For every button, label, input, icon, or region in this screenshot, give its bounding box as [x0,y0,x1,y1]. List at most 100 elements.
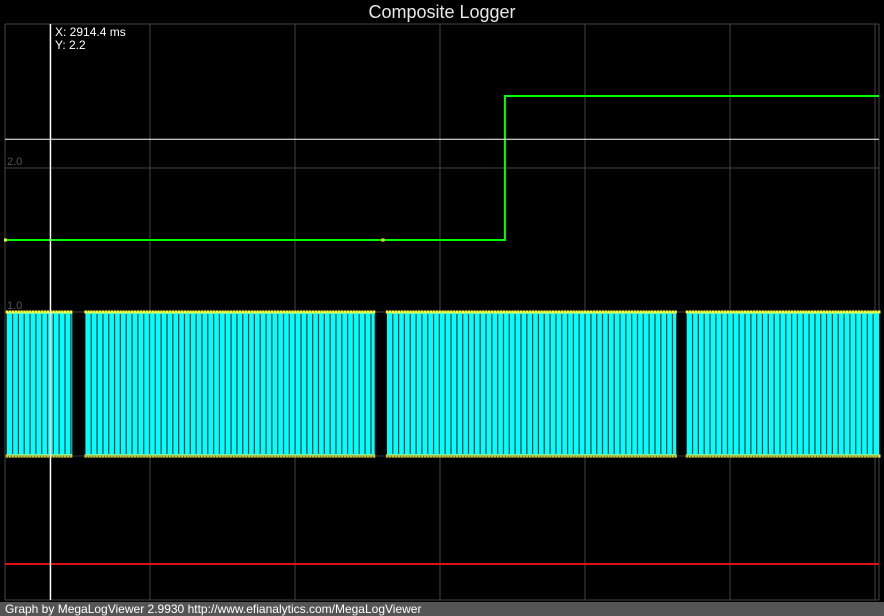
trigger-edge-marker [165,310,169,314]
plot-area[interactable]: 2.0 1.0 [0,0,884,616]
trigger-edge-marker [90,310,93,314]
trigger-edge-marker [291,310,294,314]
trigger-edge-marker [186,310,189,314]
trigger-edge-marker [473,310,476,314]
trigger-edge-marker [703,310,706,314]
trigger-edge-marker [688,310,692,314]
trigger-edge-marker [369,310,373,314]
trigger-edge-marker [119,310,122,314]
trigger-edge-marker [294,310,297,314]
trigger-edge-marker [743,310,747,314]
trigger-edge-marker [107,310,111,314]
trigger-edge-marker [93,310,96,314]
trigger-edge-marker [267,310,271,314]
trigger-edge-marker [843,310,846,314]
trigger-edge-marker [69,310,73,314]
trigger-edge-marker [802,310,805,314]
trigger-edge-marker [163,310,166,314]
trigger-edge-marker [142,310,146,314]
trigger-edge-marker [224,310,227,314]
trigger-edge-marker [514,310,517,314]
trigger-edge-marker [212,310,216,314]
trigger-edge-marker [429,310,433,314]
trigger-edge-marker [11,310,15,314]
trigger-edge-marker [145,310,149,314]
trigger-edge-marker [415,310,418,314]
trigger-edge-marker [619,310,622,314]
trigger-edge-marker [592,310,596,314]
trigger-edge-marker [691,310,695,314]
trigger-edge-marker [227,310,230,314]
trigger-edge-marker [403,310,406,314]
trigger-edge-marker [717,310,721,314]
trigger-edge-marker [726,310,730,314]
trigger-edge-marker [601,310,605,314]
trigger-edge-marker [125,310,128,314]
y-tick-label: 2.0 [7,156,22,168]
trigger-edge-marker [517,310,520,314]
trigger-edge-marker [560,310,564,314]
trigger-edge-marker [8,310,12,314]
trigger-edge-marker [490,310,494,314]
trigger-edge-marker [875,310,878,314]
trigger-edge-marker [397,310,401,314]
trigger-edge-marker [302,310,306,314]
trigger-edge-marker [326,310,329,314]
trigger-edge-marker [98,310,102,314]
trigger-edge-marker [206,310,210,314]
trigger-edge-marker [549,310,552,314]
trigger-edge-marker [221,310,224,314]
trigger-edge-marker [505,310,508,314]
trigger-edge-marker [525,310,529,314]
trigger-signal-segment [386,312,677,456]
trigger-edge-marker [58,310,61,314]
trigger-edge-marker [417,310,421,314]
trigger-edge-marker [668,310,672,314]
trigger-edge-marker [358,310,361,314]
trigger-edge-marker [299,310,303,314]
trigger-edge-marker [270,310,274,314]
trigger-edge-marker [133,310,137,314]
trigger-edge-marker [372,310,376,314]
trigger-edge-marker [723,310,727,314]
trigger-edge-marker [444,310,447,314]
trigger-edge-marker [438,310,441,314]
trigger-edge-marker [781,310,785,314]
trigger-edge-marker [493,310,497,314]
trigger-edge-marker [511,310,514,314]
trigger-edge-marker [148,310,152,314]
trigger-edge-marker [352,310,355,314]
trigger-edge-marker [198,310,201,314]
trigger-edge-marker [869,310,872,314]
trigger-edge-marker [793,310,797,314]
trigger-edge-marker [349,310,353,314]
trigger-signal-segment [85,312,375,456]
trigger-edge-marker [613,310,616,314]
trigger-edge-marker [586,310,590,314]
trigger-edge-marker [435,310,438,314]
trigger-edge-marker [346,310,350,314]
trigger-edge-marker [61,310,64,314]
trigger-edge-marker [732,310,735,314]
trigger-edge-marker [648,310,651,314]
trigger-edge-marker [5,310,9,314]
trigger-edge-marker [55,310,58,314]
trigger-edge-marker [180,310,184,314]
trigger-edge-marker [674,310,677,314]
cursor-y-value: Y: 2.2 [55,38,86,52]
trigger-edge-marker [735,310,738,314]
trigger-edge-marker [29,310,32,314]
trigger-edge-marker [860,310,864,314]
trigger-edge-marker [458,310,462,314]
trigger-edge-marker [151,310,154,314]
trigger-edge-marker [502,310,505,314]
trigger-edge-marker [863,310,866,314]
trigger-edge-marker [851,310,855,314]
trigger-edge-marker [116,310,119,314]
trigger-edge-marker [499,310,503,314]
trigger-edge-marker [288,310,291,314]
trigger-edge-marker [575,310,578,314]
trigger-edge-marker [314,310,318,314]
trigger-edge-marker [84,310,87,314]
trigger-edge-marker [773,310,776,314]
